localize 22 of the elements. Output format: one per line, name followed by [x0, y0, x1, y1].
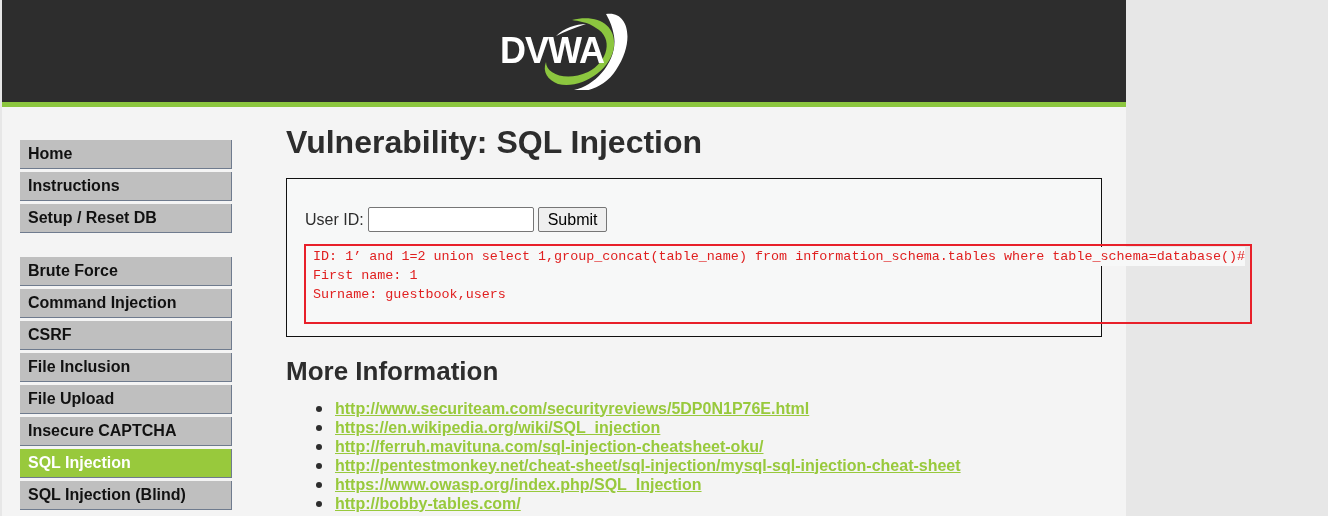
menu-item[interactable]: Home [20, 140, 232, 169]
bullet-icon [316, 405, 322, 412]
submit-button[interactable]: Submit [537, 207, 608, 232]
menu-item[interactable]: Insecure CAPTCHA [20, 417, 232, 446]
section-title: More Information [286, 356, 499, 387]
menu-item[interactable]: File Inclusion [20, 353, 232, 382]
bullet-icon [316, 443, 322, 450]
user-id-field[interactable] [367, 207, 534, 232]
menu-item[interactable]: Brute Force [20, 257, 232, 286]
menu-item[interactable]: Command Injection [20, 289, 232, 318]
menu-item[interactable]: Instructions [20, 172, 232, 201]
menu-item[interactable]: Setup / Reset DB [20, 204, 232, 233]
menu-item[interactable]: SQL Injection (Blind) [20, 481, 232, 510]
field-label: User ID: [305, 210, 364, 229]
page-title: Vulnerability: SQL Injection [286, 124, 703, 161]
bullet-icon [316, 424, 322, 431]
bullet-icon [316, 481, 322, 488]
dvwa-logo: DVWA [496, 10, 636, 90]
menu-item[interactable]: File Upload [20, 385, 232, 414]
menu-item[interactable]: CSRF [20, 321, 232, 350]
bullet-icon [316, 500, 322, 507]
bullet-icon [316, 462, 322, 469]
